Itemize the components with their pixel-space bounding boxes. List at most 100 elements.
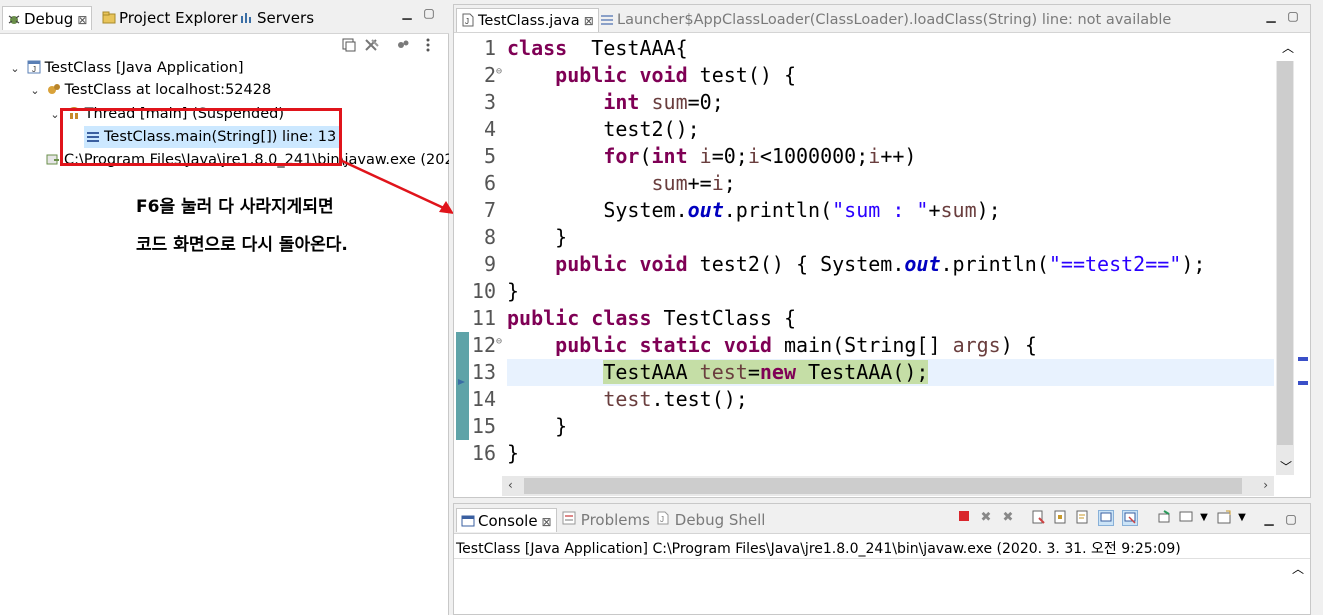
vertical-scrollbar[interactable] [1276,61,1294,475]
overview-ruler-mark[interactable] [1298,381,1308,385]
scroll-lock-icon[interactable] [1052,510,1068,526]
code-text: public void test() { [555,63,797,87]
fold-icon[interactable]: ⊖ [496,58,502,85]
line-number: 14 [471,387,496,411]
tree-label-vm: TestClass at localhost:52428 [64,82,272,98]
tab-debug-shell[interactable]: J Debug Shell [656,508,765,532]
line-number: 10 [471,279,496,303]
tree-item-launch[interactable]: ⌄ J TestClass [Java Application] [8,57,244,80]
line-number: 11 [471,306,496,330]
code-line[interactable]: 13 TestAAA test=new TestAAA(); [454,359,1274,386]
line-number: 6 [483,171,496,195]
show-console-on-stderr-icon[interactable] [1122,510,1138,526]
tab-servers[interactable]: Servers [240,6,314,30]
tab-launcher-classloader[interactable]: Launcher$AppClassLoader(ClassLoader).loa… [600,8,1171,32]
remove-terminated-icon[interactable] [364,38,380,52]
tab-testclass-java[interactable]: J TestClass.java ⊠ [456,8,599,32]
scroll-down-icon[interactable]: ﹀ [1280,458,1292,475]
editor-tabbar: J TestClass.java ⊠ Launcher$AppClassLoade… [454,5,1310,33]
chevron-down-icon[interactable]: ⌄ [8,58,22,80]
code-text: test.test(); [603,387,748,411]
scroll-up-icon[interactable]: ︿ [1282,39,1294,56]
fold-icon[interactable]: ⊖ [496,328,502,355]
tab-launcher-label: Launcher$AppClassLoader(ClassLoader).loa… [617,12,1172,28]
tab-console-label: Console [478,512,538,530]
code-area[interactable]: 1 class TestAAA{2 ⊖ public void test() {3 … [454,35,1274,479]
debug-icon [7,9,21,24]
maximize-icon[interactable]: ▢ [422,6,436,20]
code-line[interactable]: 9 public void test2() { System.out.print… [454,251,1274,278]
code-line[interactable]: 12 ⊖ public static void main(String[] arg… [454,332,1274,359]
terminate-icon[interactable] [956,510,972,526]
tab-debug[interactable]: Debug ⊠ [2,6,93,30]
instruction-pointer-icon [457,367,467,385]
line-number: 9 [483,252,496,276]
code-line[interactable]: 3 int sum=0; [454,89,1274,116]
debug-view: Debug ⊠ Project Explorer Servers ▁ ▢ ⌄ J… [0,0,449,615]
annotation-highlight-box [60,108,342,166]
chevron-down-icon[interactable]: ▼ [1234,510,1250,526]
minimize-icon[interactable]: ▁ [400,6,414,20]
show-console-on-stdout-icon[interactable] [1098,510,1114,526]
code-line[interactable]: 2 ⊖ public void test() { [454,62,1274,89]
scroll-up-icon[interactable]: ︿ [1292,560,1304,577]
maximize-icon[interactable]: ▢ [1284,512,1298,526]
minimize-icon[interactable]: ▁ [1262,512,1276,526]
code-line[interactable]: 4 test2(); [454,116,1274,143]
code-line[interactable]: 5 for(int i=0;i<1000000;i++) [454,143,1274,170]
minimize-icon[interactable]: ▁ [1264,9,1278,23]
code-line[interactable]: 14 test.test(); [454,386,1274,413]
code-text: class TestAAA{ [507,36,688,60]
code-text: System.out.println("sum : "+sum); [507,198,1001,222]
code-text: } [507,414,568,438]
tab-problems-label: Problems [580,511,650,529]
collapse-all-icon[interactable] [342,38,356,52]
overview-ruler-mark[interactable] [1298,357,1308,361]
code-line[interactable]: 10} [454,278,1274,305]
debug-view-tabbar: Debug ⊠ Project Explorer Servers ▁ ▢ [0,0,449,34]
scroll-left-icon[interactable]: ‹ [508,478,513,492]
tab-project-explorer[interactable]: Project Explorer [102,6,238,30]
open-console-icon[interactable] [1216,510,1232,526]
code-line[interactable]: 8 } [454,224,1274,251]
close-icon[interactable]: ⊠ [584,14,594,28]
scroll-right-icon[interactable]: › [1263,478,1268,492]
line-number: 7 [483,198,496,222]
pin-console-icon[interactable] [1156,510,1172,526]
close-icon[interactable]: ⊠ [77,13,87,27]
code-text: test2(); [507,117,700,141]
clear-console-icon[interactable] [1030,510,1046,526]
tree-item-vm[interactable]: ⌄ TestClass at localhost:52428 [28,79,271,101]
stack-frame-icon [600,10,614,25]
code-line[interactable]: 6 sum+=i; [454,170,1274,197]
remove-launch-icon[interactable]: ✖ [978,510,994,526]
tab-console[interactable]: Console ⊠ [456,508,557,532]
debug-options-icon[interactable] [396,38,410,52]
vm-icon [47,81,61,95]
remove-all-terminated-icon[interactable]: ✖ [1000,510,1016,526]
vertical-scroll-thumb[interactable] [1277,61,1293,445]
tab-project-explorer-label: Project Explorer [119,9,238,27]
code-line[interactable]: 16} [454,440,1274,467]
console-icon [461,511,475,527]
display-console-icon[interactable] [1178,510,1194,526]
java-app-icon: J [27,59,41,74]
tab-problems[interactable]: Problems [562,508,650,532]
line-number: 3 [483,90,496,114]
horizontal-scrollbar[interactable]: ‹ › [502,476,1274,496]
console-view: Console ⊠ Problems J Debug Shell ✖ ✖ ▼ ▼… [453,503,1311,615]
horizontal-scroll-thumb[interactable] [524,478,1242,494]
chevron-down-icon[interactable]: ⌄ [28,80,42,102]
maximize-icon[interactable]: ▢ [1286,9,1300,23]
line-number: 16 [471,441,496,465]
word-wrap-icon[interactable] [1074,510,1090,526]
close-icon[interactable]: ⊠ [542,515,552,529]
chevron-down-icon[interactable]: ▼ [1196,510,1212,526]
view-menu-icon[interactable] [424,36,432,54]
tree-label-launch: TestClass [Java Application] [44,60,244,76]
code-line[interactable]: 11 public class TestClass { [454,305,1274,332]
console-tabbar: Console ⊠ Problems J Debug Shell ✖ ✖ ▼ ▼… [454,504,1310,534]
code-line[interactable]: 1 class TestAAA{ [454,35,1274,62]
code-line[interactable]: 7 System.out.println("sum : "+sum); [454,197,1274,224]
code-line[interactable]: 15 } [454,413,1274,440]
